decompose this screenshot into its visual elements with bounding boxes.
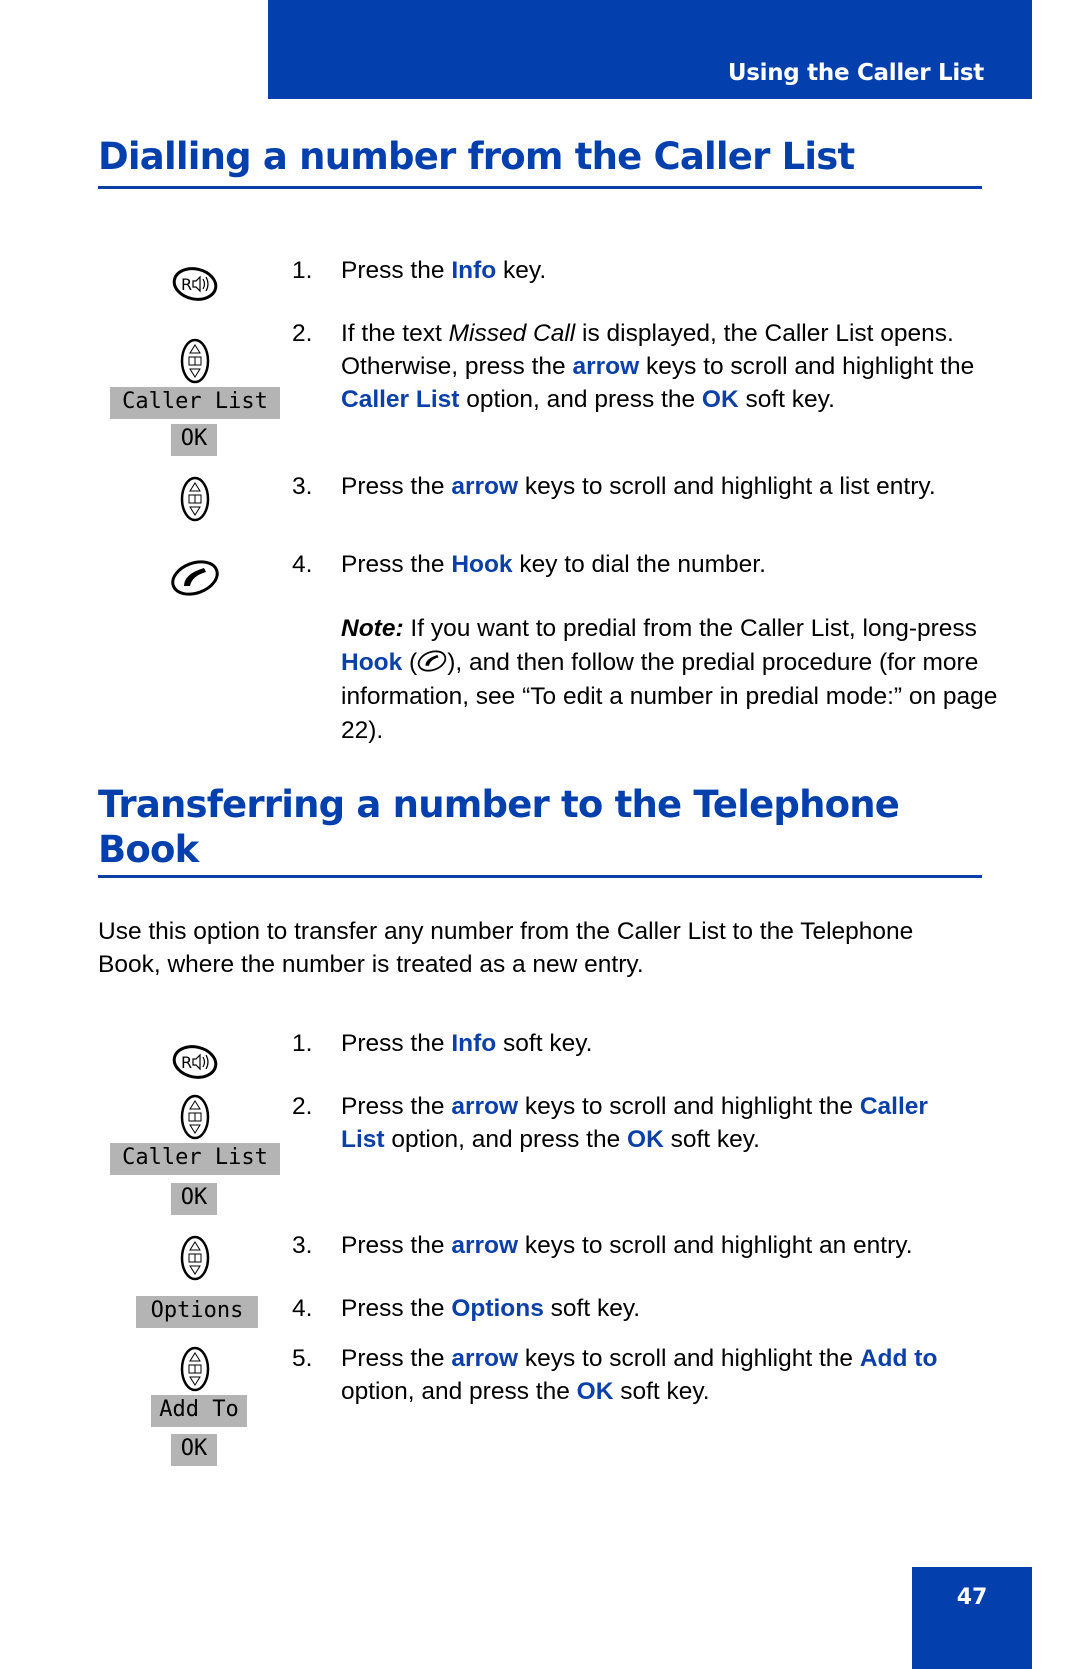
section-title-dialling: Dialling a number from the Caller List (98, 135, 855, 178)
title-rule (98, 875, 982, 878)
title-rule (98, 186, 982, 189)
keyword-ok: OK (576, 1378, 614, 1405)
keyword-caller-list: Caller List (341, 386, 460, 413)
lcd-add-to: Add To (151, 1395, 247, 1427)
keyword-ok: OK (701, 386, 739, 413)
keyword-info: Info (451, 257, 497, 284)
lcd-ok-softkey: OK (171, 1434, 217, 1466)
keyword-arrow: arrow (572, 353, 640, 380)
arrow-keys-icon (180, 1235, 210, 1281)
info-key-icon: R (172, 1045, 218, 1079)
keyword-hook: Hook (451, 551, 513, 578)
arrow-keys-icon (180, 476, 210, 522)
svg-text:R: R (181, 1053, 192, 1072)
header-banner: Using the Caller List (268, 0, 1032, 99)
keyword-ok: OK (627, 1126, 664, 1153)
page-number: 47 (956, 1585, 988, 1610)
intro-paragraph: Use this option to transfer any number f… (98, 918, 914, 978)
keyword-arrow: arrow (451, 1093, 519, 1120)
hook-key-icon (171, 560, 219, 596)
lcd-ok-softkey: OK (171, 424, 217, 456)
keyword-arrow: arrow (451, 473, 519, 500)
page-number-box: 47 (912, 1567, 1032, 1669)
lcd-ok-softkey: OK (171, 1183, 217, 1215)
hook-key-icon (417, 650, 447, 672)
section-title-transferring: Transferring a number to the Telephone Bo… (98, 783, 900, 871)
info-key-icon: R (172, 267, 218, 301)
arrow-keys-icon (180, 1346, 210, 1392)
svg-text:R: R (181, 275, 192, 294)
lcd-caller-list: Caller List (110, 1143, 280, 1175)
keyword-arrow: arrow (451, 1232, 519, 1259)
keyword-add-to: Add to (859, 1345, 938, 1372)
arrow-keys-icon (180, 338, 210, 384)
lcd-caller-list: Caller List (110, 387, 280, 419)
keyword-arrow: arrow (451, 1345, 519, 1372)
keyword-hook: Hook (341, 649, 403, 676)
section-header-title: Using the Caller List (727, 60, 984, 86)
note-label: Note: (341, 615, 404, 642)
keyword-info: Info (451, 1030, 497, 1057)
keyword-options: Options (451, 1295, 544, 1322)
arrow-keys-icon (180, 1094, 210, 1140)
lcd-options-softkey: Options (136, 1296, 258, 1328)
